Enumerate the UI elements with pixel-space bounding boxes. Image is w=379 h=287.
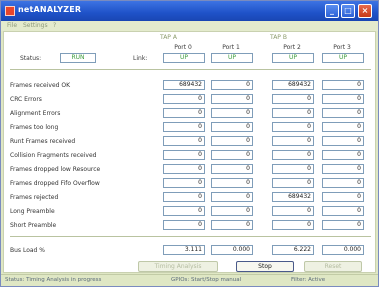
row-label: Frames received OK bbox=[10, 82, 71, 89]
bus-load-cell: 3.111 bbox=[163, 245, 205, 255]
counter-cell: 0 bbox=[163, 206, 205, 216]
row-label: Frames rejected bbox=[10, 194, 59, 201]
counter-cell: 0 bbox=[163, 136, 205, 146]
counter-cell: 0 bbox=[163, 220, 205, 230]
counter-cell: 689432 bbox=[163, 80, 205, 90]
counter-cell: 0 bbox=[163, 108, 205, 118]
counter-cell: 0 bbox=[322, 206, 364, 216]
link-port-0: UP bbox=[163, 53, 205, 63]
maximize-icon[interactable]: □ bbox=[341, 4, 355, 18]
counter-cell: 0 bbox=[322, 108, 364, 118]
counter-cell: 0 bbox=[211, 178, 253, 188]
menu-help[interactable]: ? bbox=[53, 22, 56, 29]
counter-cell: 0 bbox=[211, 122, 253, 132]
counters-panel: TAP A TAP B Port 0 Port 1 Port 2 Port 3 … bbox=[3, 31, 376, 273]
counter-cell: 0 bbox=[211, 150, 253, 160]
counter-cell: 0 bbox=[163, 164, 205, 174]
counter-cell: 0 bbox=[163, 122, 205, 132]
counter-cell: 0 bbox=[272, 220, 314, 230]
port-0-label: Port 0 bbox=[174, 44, 192, 51]
counter-cell: 0 bbox=[211, 108, 253, 118]
bus-load-cell: 6.222 bbox=[272, 245, 314, 255]
counter-cell: 0 bbox=[272, 206, 314, 216]
counter-cell: 0 bbox=[322, 80, 364, 90]
bus-load-label: Bus Load % bbox=[10, 247, 45, 254]
menu-bar: File Settings ? bbox=[1, 21, 378, 31]
counter-cell: 0 bbox=[211, 94, 253, 104]
counter-cell: 0 bbox=[163, 192, 205, 202]
link-label: Link: bbox=[133, 55, 148, 62]
menu-settings[interactable]: Settings bbox=[23, 22, 48, 29]
app-icon bbox=[5, 6, 15, 16]
counter-cell: 0 bbox=[272, 164, 314, 174]
counter-cell: 0 bbox=[211, 192, 253, 202]
link-port-1: UP bbox=[211, 53, 253, 63]
counter-cell: 0 bbox=[163, 178, 205, 188]
minimize-icon[interactable]: _ bbox=[325, 4, 339, 18]
counter-cell: 0 bbox=[163, 150, 205, 160]
counter-cell: 0 bbox=[322, 122, 364, 132]
counter-cell: 0 bbox=[322, 136, 364, 146]
counter-cell: 689432 bbox=[272, 192, 314, 202]
counter-cell: 0 bbox=[211, 164, 253, 174]
row-label: CRC Errors bbox=[10, 96, 42, 103]
row-label: Long Preamble bbox=[10, 208, 55, 215]
link-port-3: UP bbox=[322, 53, 364, 63]
row-label: Collision Fragments received bbox=[10, 152, 97, 159]
row-label: Alignment Errors bbox=[10, 110, 61, 117]
reset-button[interactable]: Reset bbox=[304, 261, 362, 272]
row-label: Frames dropped low Resource bbox=[10, 166, 101, 173]
counter-cell: 0 bbox=[211, 206, 253, 216]
row-label: Frames too long bbox=[10, 124, 59, 131]
counter-cell: 0 bbox=[163, 94, 205, 104]
counter-cell: 0 bbox=[322, 150, 364, 160]
status-bar: Status: Timing Analysis in progress GPIO… bbox=[1, 274, 378, 286]
status-value: RUN bbox=[60, 53, 96, 63]
status-bar-state: Status: Timing Analysis in progress bbox=[5, 277, 102, 283]
divider bbox=[10, 236, 371, 237]
counter-cell: 0 bbox=[211, 80, 253, 90]
bus-load-cell: 0.000 bbox=[322, 245, 364, 255]
counter-cell: 0 bbox=[272, 150, 314, 160]
tap-b-label: TAP B bbox=[270, 34, 287, 41]
counter-cell: 0 bbox=[322, 164, 364, 174]
menu-file[interactable]: File bbox=[7, 22, 17, 29]
counter-cell: 0 bbox=[322, 192, 364, 202]
counter-cell: 0 bbox=[272, 122, 314, 132]
tap-a-label: TAP A bbox=[160, 34, 177, 41]
status-label: Status: bbox=[20, 55, 42, 62]
counter-cell: 0 bbox=[322, 220, 364, 230]
title-bar: netANALYZER _ □ × bbox=[1, 1, 378, 21]
counter-cell: 0 bbox=[211, 136, 253, 146]
counter-cell: 689432 bbox=[272, 80, 314, 90]
counter-cell: 0 bbox=[272, 108, 314, 118]
counter-cell: 0 bbox=[272, 94, 314, 104]
counter-cell: 0 bbox=[272, 178, 314, 188]
bus-load-cell: 0.000 bbox=[211, 245, 253, 255]
counter-cell: 0 bbox=[322, 94, 364, 104]
close-icon[interactable]: × bbox=[358, 4, 372, 18]
port-2-label: Port 2 bbox=[283, 44, 301, 51]
link-port-2: UP bbox=[272, 53, 314, 63]
stop-button[interactable]: Stop bbox=[236, 261, 294, 272]
divider bbox=[10, 69, 371, 70]
port-1-label: Port 1 bbox=[222, 44, 240, 51]
window-title: netANALYZER bbox=[18, 5, 82, 14]
counter-cell: 0 bbox=[272, 136, 314, 146]
row-label: Frames dropped Fifo Overflow bbox=[10, 180, 100, 187]
app-window: netANALYZER _ □ × File Settings ? TAP A … bbox=[0, 0, 379, 287]
port-3-label: Port 3 bbox=[333, 44, 351, 51]
row-label: Short Preamble bbox=[10, 222, 57, 229]
status-bar-filter: Filter: Active bbox=[291, 277, 326, 283]
counter-cell: 0 bbox=[211, 220, 253, 230]
row-label: Runt Frames received bbox=[10, 138, 76, 145]
status-bar-gpio: GPIOs: Start/Stop manual bbox=[171, 277, 242, 283]
counter-cell: 0 bbox=[322, 178, 364, 188]
timing-analysis-button[interactable]: Timing Analysis bbox=[138, 261, 218, 272]
